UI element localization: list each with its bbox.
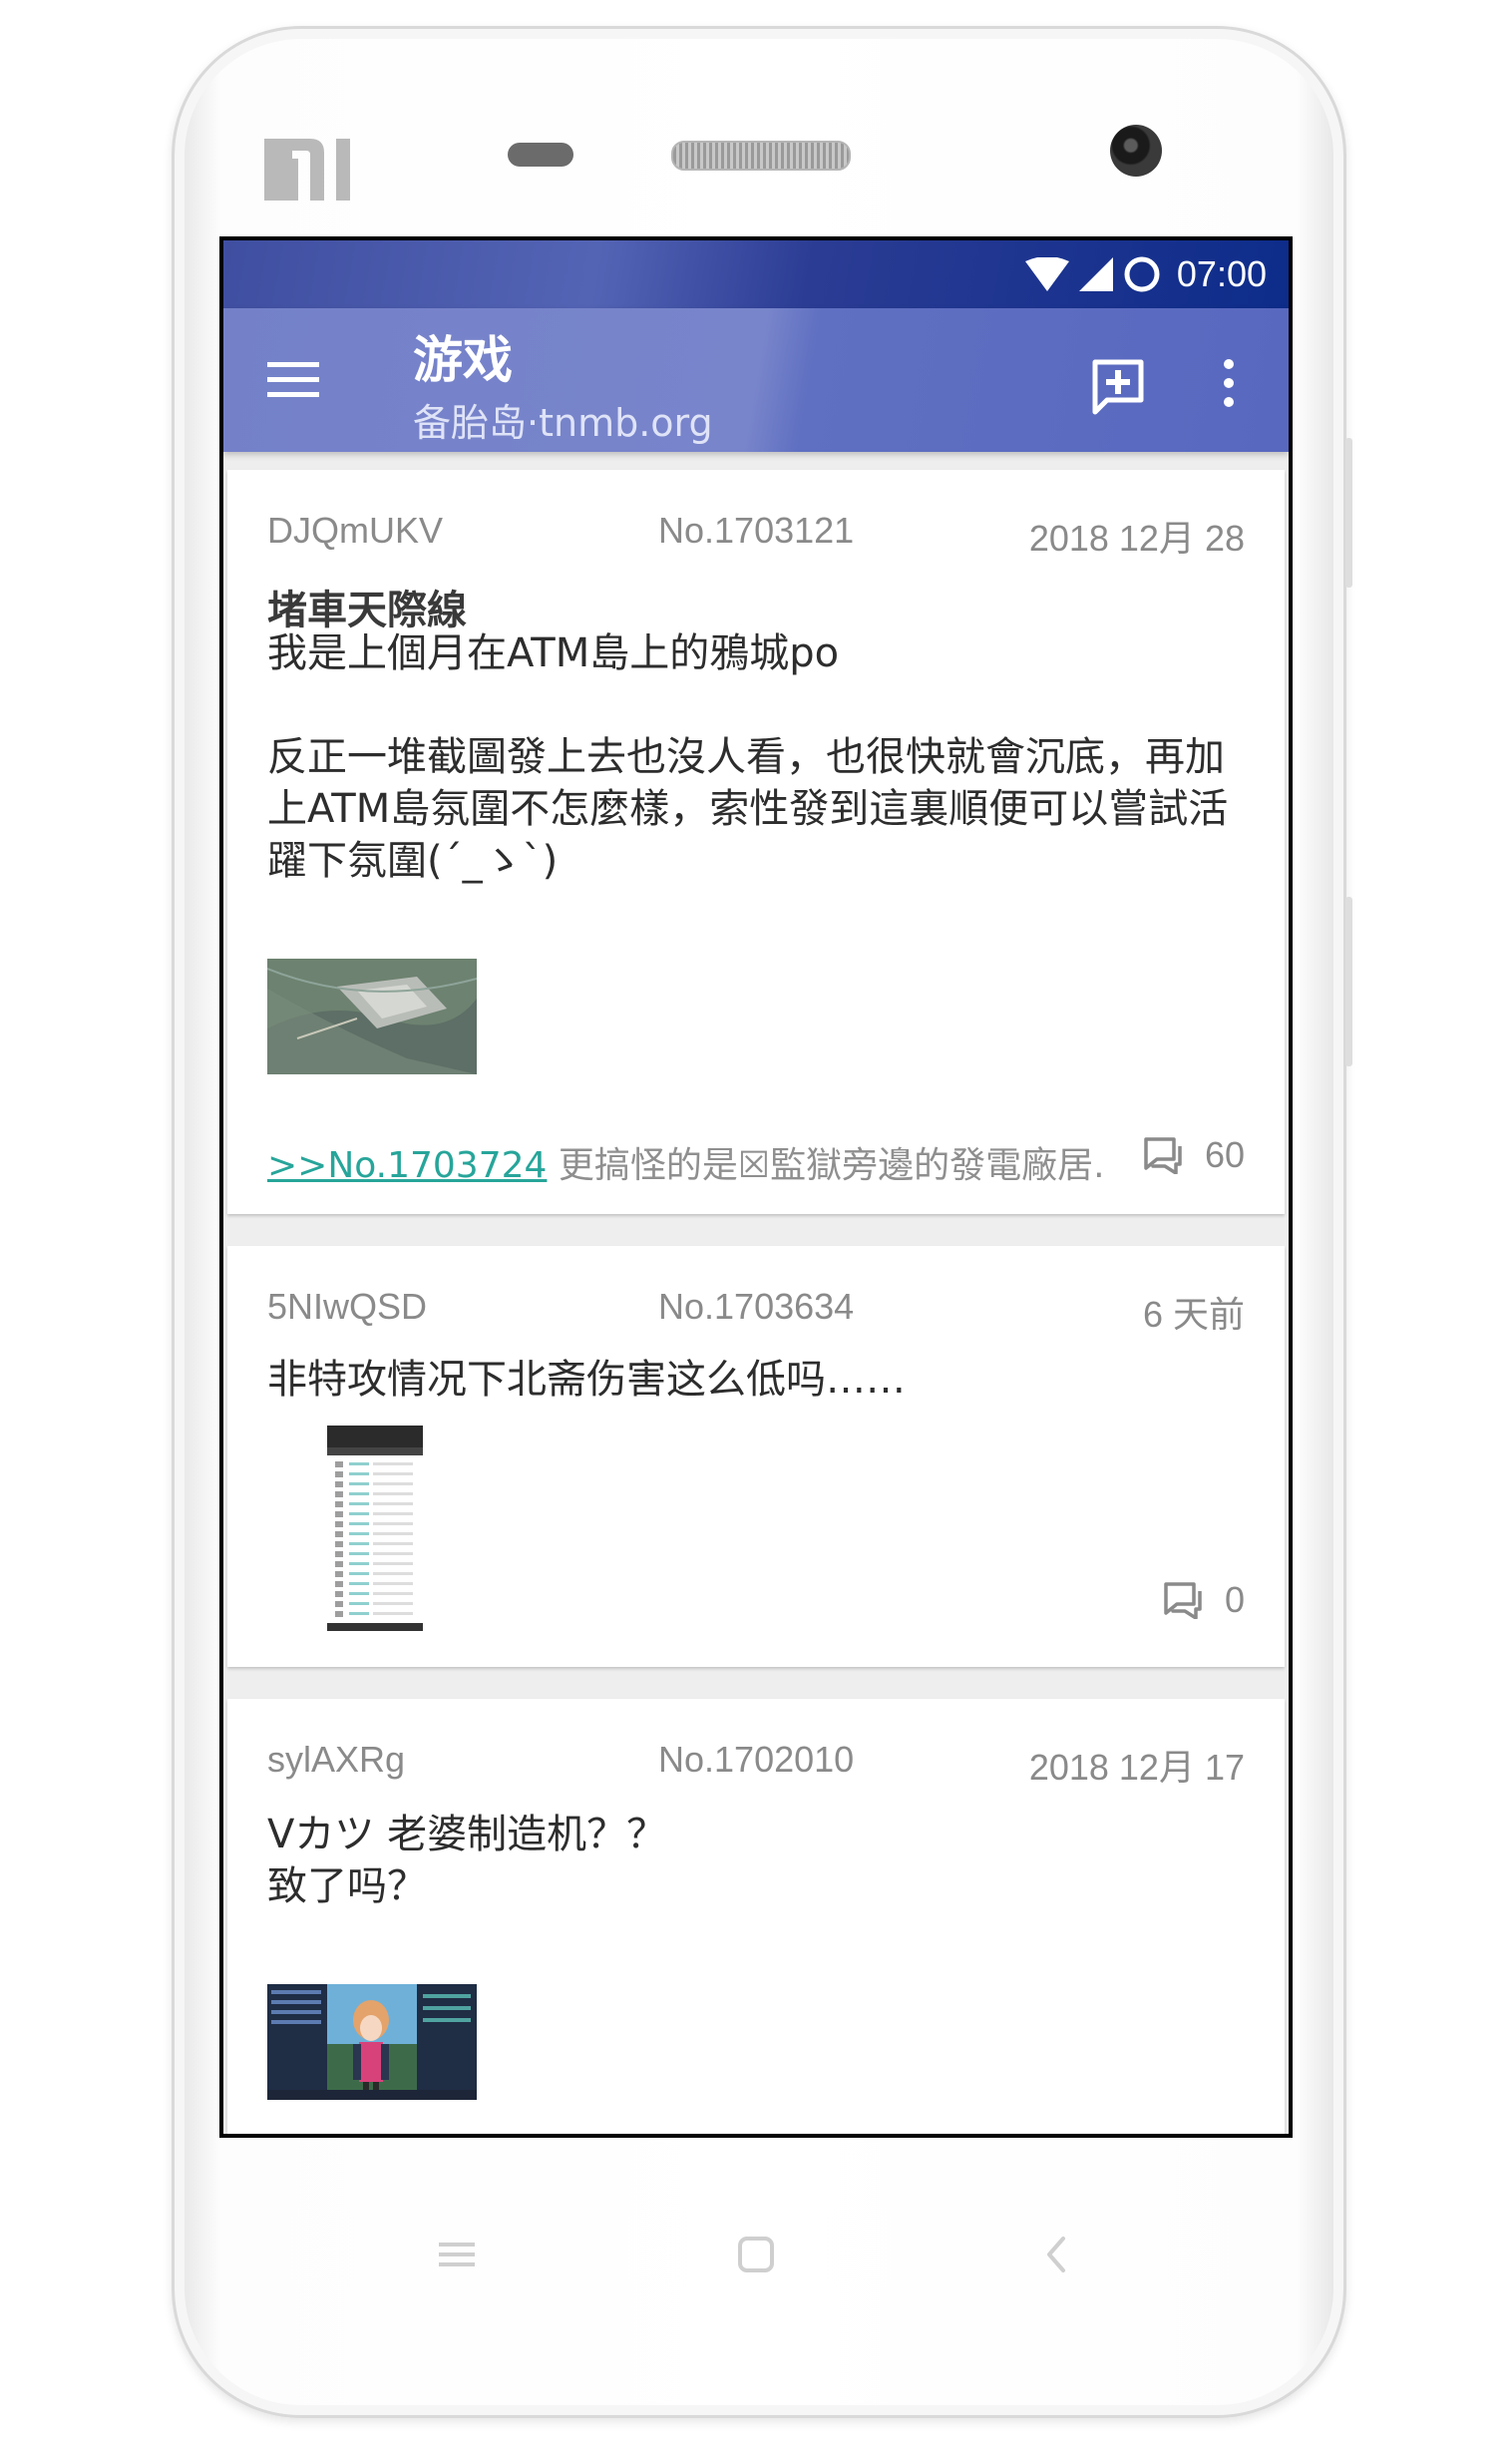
nav-home-icon[interactable]: [736, 2235, 776, 2274]
front-camera: [1110, 125, 1162, 177]
thread-author: DJQmUKV: [267, 510, 444, 551]
reply-count: 60: [1143, 1134, 1245, 1176]
thread-thumbnail[interactable]: [267, 959, 477, 1074]
nav-menu-icon[interactable]: [437, 2235, 477, 2274]
reply-count-value: 60: [1204, 1134, 1245, 1175]
mi-logo: [264, 139, 350, 201]
app-bar: 游戏 备胎岛·tnmb.org: [223, 308, 1289, 452]
thread-list[interactable]: DJQmUKV No.1703121 2018 12月 28 堵車天際線 我是上…: [223, 452, 1289, 2134]
thread-card[interactable]: 5NIwQSD No.1703634 6 天前 非特攻情况下北斋伤害这么低吗……: [227, 1246, 1285, 1667]
signal-icon: [1078, 257, 1113, 291]
thread-author: sylAXRg: [267, 1739, 406, 1780]
thread-card[interactable]: DJQmUKV No.1703121 2018 12月 28 堵車天際線 我是上…: [227, 470, 1285, 1214]
page-subtitle: 备胎岛·tnmb.org: [413, 401, 713, 445]
comment-icon: [1144, 1137, 1182, 1174]
proximity-sensor: [508, 143, 573, 167]
thread-time: 6 天前: [1142, 1294, 1245, 1335]
volume-button: [1345, 897, 1352, 1066]
phone-screen: 07:00 游戏 备胎岛·tnmb.org DJQmUKV No.1703121…: [219, 236, 1293, 2138]
thread-number: No.1703121: [658, 510, 855, 551]
hamburger-menu-icon[interactable]: [267, 360, 319, 400]
thread-time: 2018 12月 28: [1028, 518, 1245, 559]
thread-body: 我是上個月在ATM島上的鴉城po 反正一堆截圖發上去也沒人看，也很快就會沉底，再…: [267, 630, 1229, 884]
page-title: 游戏: [413, 331, 513, 389]
reply-count-value: 0: [1224, 1579, 1245, 1620]
circle-notification-icon: [1124, 256, 1160, 292]
status-bar: 07:00: [223, 240, 1289, 308]
thread-card[interactable]: sylAXRg No.1702010 2018 12月 17 Vカツ 老婆制造机…: [227, 1699, 1285, 2134]
more-vert-icon[interactable]: [1219, 358, 1239, 408]
reply-link[interactable]: >>No.1703724: [267, 1145, 547, 1186]
thread-number: No.1703634: [658, 1286, 855, 1327]
nav-back-icon[interactable]: [1037, 2235, 1077, 2274]
status-time: 07:00: [1176, 253, 1267, 294]
thread-time: 2018 12月 17: [1028, 1747, 1245, 1788]
thread-number: No.1702010: [658, 1739, 855, 1780]
new-post-icon[interactable]: [1089, 358, 1147, 416]
thread-thumbnail[interactable]: [267, 1984, 477, 2100]
reply-count: 0: [1163, 1579, 1245, 1621]
thread-thumbnail[interactable]: [327, 1426, 423, 1631]
thread-author: 5NIwQSD: [267, 1286, 428, 1327]
wifi-icon: [1024, 257, 1069, 291]
latest-reply-preview: >>No.1703724 更搞怪的是☒監獄旁邊的發電廠居...: [267, 1136, 1105, 1188]
comment-icon: [1164, 1582, 1202, 1619]
earpiece-speaker: [671, 141, 851, 171]
thread-body: Vカツ 老婆制造机？？ 致了吗？: [267, 1812, 667, 1909]
power-button: [1345, 438, 1352, 588]
reply-text: 更搞怪的是☒監獄旁邊的發電廠居...: [547, 1145, 1105, 1186]
thread-body: 非特攻情况下北斋伤害这么低吗……: [267, 1357, 906, 1403]
